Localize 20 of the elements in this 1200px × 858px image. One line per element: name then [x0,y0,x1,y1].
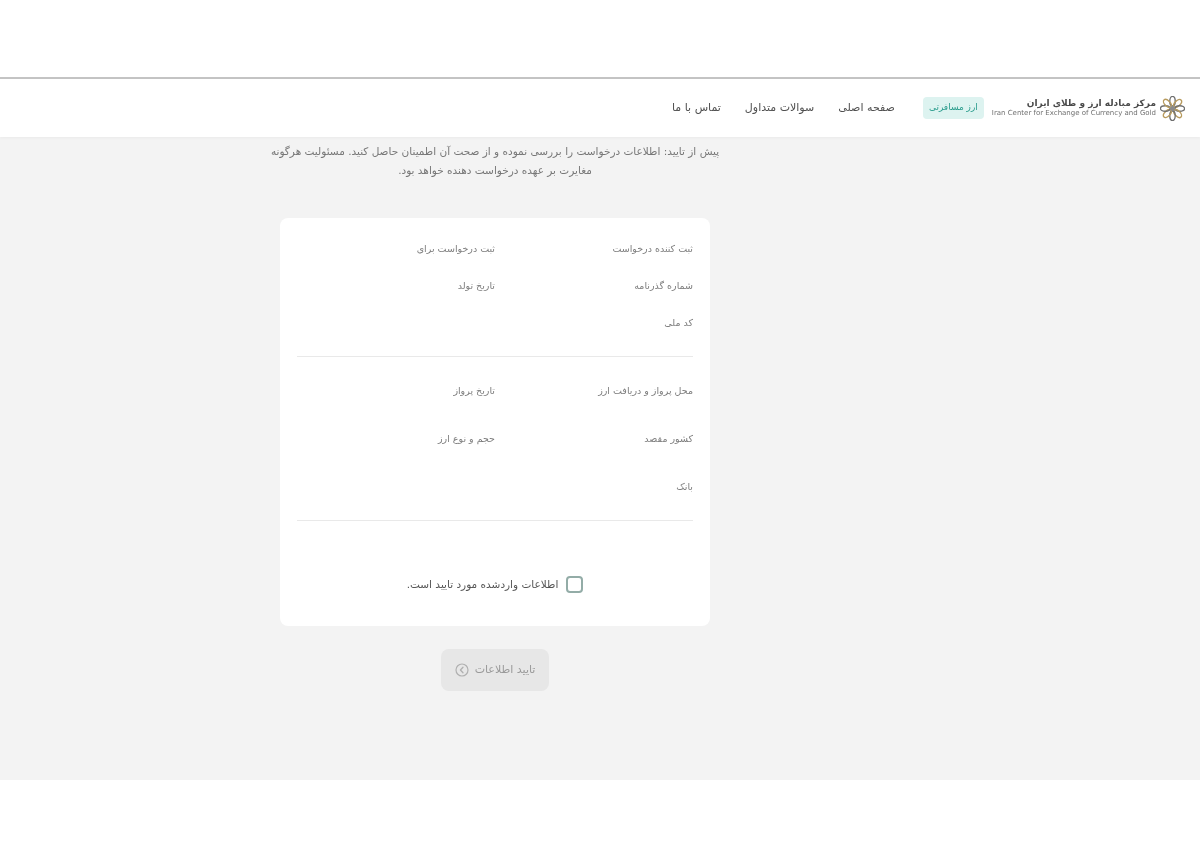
field-label: تاریخ پرواز [453,383,495,398]
nav-link[interactable]: تماس با ما [672,99,721,117]
field-label: ثبت درخواست برای [416,242,495,257]
field-label: بانک [676,479,693,494]
field-label: محل پرواز و دریافت ارز [598,383,693,398]
field-label: کد ملی [664,316,693,331]
field-label: حجم و نوع ارز [438,431,495,446]
field-label: کشور مقصد [644,431,693,446]
emblem-icon [1160,95,1185,121]
field-label: ثبت کننده درخواست [612,242,693,257]
field-label: شماره گذرنامه [634,279,693,294]
logo-text: مرکز مبادله ارز و طلای ایران [1026,98,1156,110]
service-tag: ارز مسافرتی [922,97,984,119]
nav-link[interactable]: صفحه اصلی [838,99,895,117]
confirm-label: اطلاعات واردشده مورد تایید است. [406,576,559,593]
field-label: تاریخ تولد [457,279,495,294]
nav-link[interactable]: سوالات متداول [744,99,815,117]
chevron-circle-icon [454,663,469,677]
notice-text: پیش از تایید: اطلاعات درخواست را بررسی نموده و از صحت آن اطمینان حاصل کنید. مسئولیت هرگونه مغایرت بر عهده درخواست دهنده خواهد بود. [269,144,721,179]
confirm-checkbox[interactable] [566,576,584,593]
